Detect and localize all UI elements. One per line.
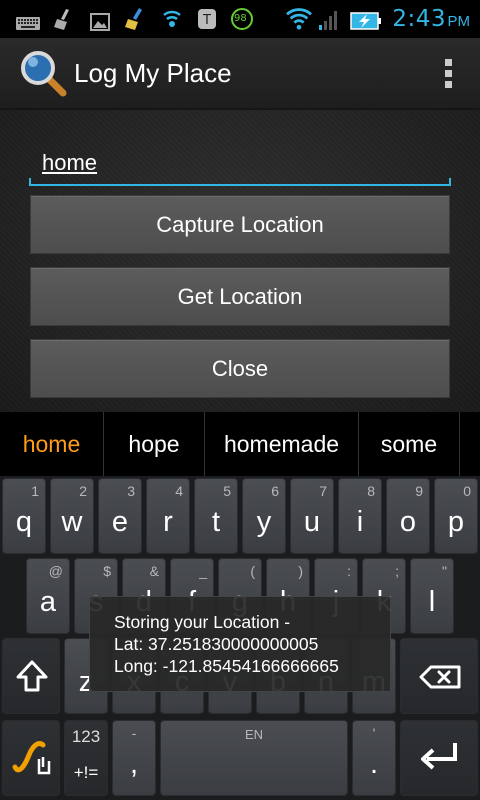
key-t[interactable]: 5t — [194, 478, 238, 554]
status-time: 2:43 — [392, 6, 446, 32]
swype-gesture-icon — [12, 741, 51, 775]
key-i[interactable]: 8i — [338, 478, 382, 554]
key-r[interactable]: 4r — [146, 478, 190, 554]
period-key[interactable]: ' . — [352, 720, 396, 796]
backspace-icon — [419, 665, 461, 689]
suggestion-item[interactable]: home — [0, 412, 104, 476]
num-sym-key[interactable]: 123 +!= — [64, 720, 108, 796]
keyboard-icon — [16, 17, 40, 30]
action-bar: Log My Place — [0, 38, 480, 110]
key-o[interactable]: 9o — [386, 478, 430, 554]
svg-text:T: T — [202, 13, 211, 28]
image-icon — [90, 13, 110, 31]
enter-icon — [421, 743, 457, 770]
suggestion-item[interactable]: hope — [104, 412, 205, 476]
toast-line: Storing your Location - — [114, 612, 291, 632]
place-name-value: home — [42, 150, 98, 175]
space-key[interactable]: EN — [160, 720, 348, 796]
get-location-button[interactable]: Get Location — [30, 267, 450, 326]
key-u[interactable]: 7u — [290, 478, 334, 554]
shift-key[interactable] — [2, 638, 60, 714]
capture-location-button[interactable]: Capture Location — [30, 195, 450, 254]
suggestion-item[interactable]: some — [359, 412, 460, 476]
enter-key[interactable] — [400, 720, 478, 796]
comma-key[interactable]: - , — [112, 720, 156, 796]
backspace-key[interactable] — [400, 638, 478, 714]
toast-message: Storing your Location - Lat: 37.25183000… — [89, 596, 391, 692]
key-l[interactable]: " l — [410, 558, 454, 634]
key-w[interactable]: 2w — [50, 478, 94, 554]
overflow-menu-icon[interactable] — [442, 56, 454, 92]
suggestion-strip: home hope homemade some — [0, 412, 480, 476]
suggestion-item[interactable]: homemade — [205, 412, 359, 476]
toast-line: Long: -121.85454166666665 — [114, 656, 339, 676]
main-content: home Capture Location Get Location Close — [0, 110, 480, 412]
app-title: Log My Place — [74, 58, 232, 88]
key-p[interactable]: 0p — [434, 478, 478, 554]
broom-icon — [54, 9, 69, 30]
wifi-signal-icon — [163, 10, 181, 27]
battery-charging-icon — [350, 12, 381, 30]
battery-saver-badge: 98 — [234, 13, 247, 24]
key-q[interactable]: 1q — [2, 478, 46, 554]
close-button[interactable]: Close — [30, 339, 450, 398]
shift-icon — [16, 660, 48, 692]
status-bar: T 98 2:43 PM — [0, 0, 480, 38]
place-name-input[interactable]: home — [29, 146, 451, 186]
cleaner-icon — [125, 8, 142, 30]
key-e[interactable]: 3e — [98, 478, 142, 554]
key-y[interactable]: 6y — [242, 478, 286, 554]
status-ampm: PM — [447, 13, 471, 30]
swype-key[interactable] — [2, 720, 60, 796]
suggestion-more — [460, 412, 480, 476]
cell-signal-icon — [319, 11, 337, 30]
wifi-icon — [286, 8, 312, 30]
tool-icon: T — [198, 9, 216, 29]
magnifier-icon[interactable] — [18, 48, 68, 98]
toast-line: Lat: 37.251830000000005 — [114, 634, 319, 654]
key-a[interactable]: @ a — [26, 558, 70, 634]
